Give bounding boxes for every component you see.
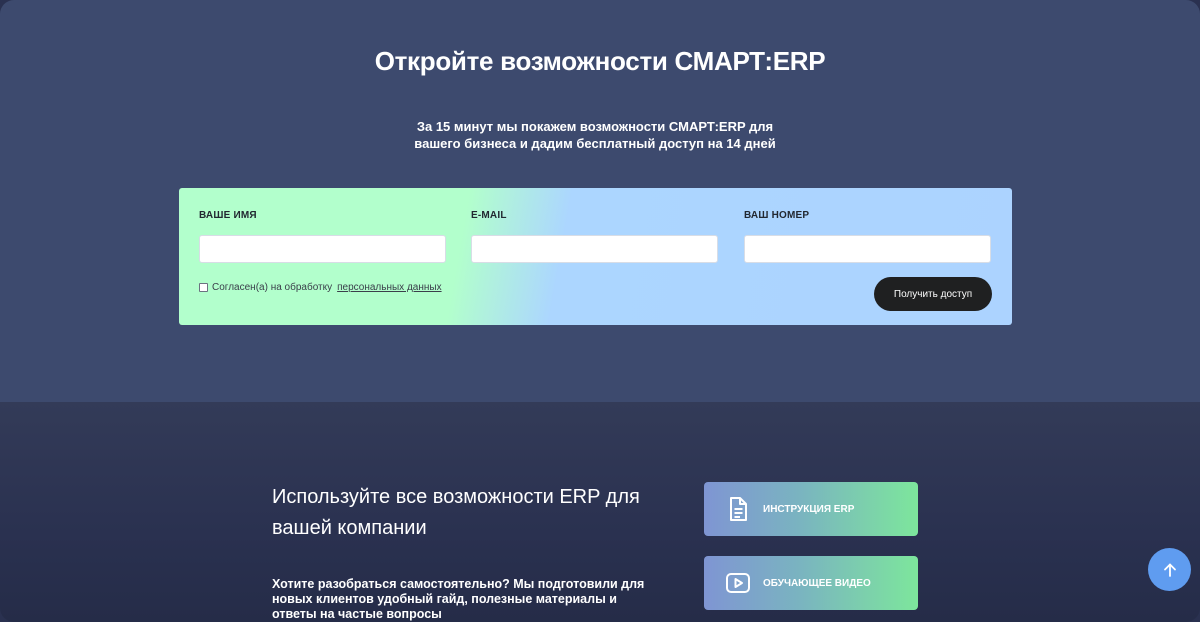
hero-subtitle-line1: За 15 минут мы покажем возможности СМАРТ… (416, 119, 774, 134)
hero-title: Откройте возможности СМАРТ:ERP (374, 46, 826, 76)
document-icon (730, 497, 747, 521)
consent-text: Согласен(а) на обработку (212, 282, 333, 293)
email-input[interactable] (471, 235, 718, 263)
resources-title: Используйте все возможности ERP для ваше… (272, 482, 672, 544)
page: Откройте возможности СМАРТ:ERP За 15 мин… (0, 0, 1200, 622)
training-video-button[interactable]: ОБУЧАЮЩЕЕ ВИДЕО (704, 556, 918, 610)
resources-text-line3: ответы на частые вопросы (272, 607, 442, 621)
email-label: E-MAIL (471, 210, 507, 221)
scroll-to-top-button[interactable] (1148, 548, 1191, 591)
play-icon (726, 573, 750, 593)
resources-title-line2: вашей компании (272, 517, 427, 539)
resources-text-line1: Хотите разобраться самостоятельно? Мы по… (272, 577, 645, 591)
name-input[interactable] (199, 235, 446, 263)
personal-data-link[interactable]: персональных данных (337, 282, 441, 293)
resources-title-line1: Используйте все возможности ERP для (272, 486, 640, 508)
arrow-up-icon (1163, 563, 1176, 577)
hero-section: Откройте возможности СМАРТ:ERP За 15 мин… (0, 0, 1200, 402)
name-label: ВАШЕ ИМЯ (199, 210, 257, 221)
phone-input[interactable] (744, 235, 991, 263)
erp-guide-button[interactable]: ИНСТРУКЦИЯ ERP (704, 482, 918, 536)
resources-section: Используйте все возможности ERP для ваше… (0, 402, 1200, 622)
consent-row: Согласен(а) на обработку персональных да… (199, 282, 442, 293)
access-form: ВАШЕ ИМЯ E-MAIL ВАШ НОМЕР Согласен(а) на… (179, 188, 1012, 325)
resources-text: Хотите разобраться самостоятельно? Мы по… (272, 577, 672, 622)
consent-checkbox[interactable] (199, 283, 208, 292)
resources-text-line2: новых клиентов удобный гайд, полезные ма… (272, 592, 617, 606)
get-access-button[interactable]: Получить доступ (874, 277, 992, 311)
hero-subtitle-line2: вашего бизнеса и дадим бесплатный доступ… (414, 136, 776, 151)
training-video-label: ОБУЧАЮЩЕЕ ВИДЕО (763, 577, 871, 589)
erp-guide-label: ИНСТРУКЦИЯ ERP (763, 503, 855, 515)
phone-label: ВАШ НОМЕР (744, 210, 810, 221)
hero-subtitle: За 15 минут мы покажем возможности СМАРТ… (390, 118, 800, 152)
